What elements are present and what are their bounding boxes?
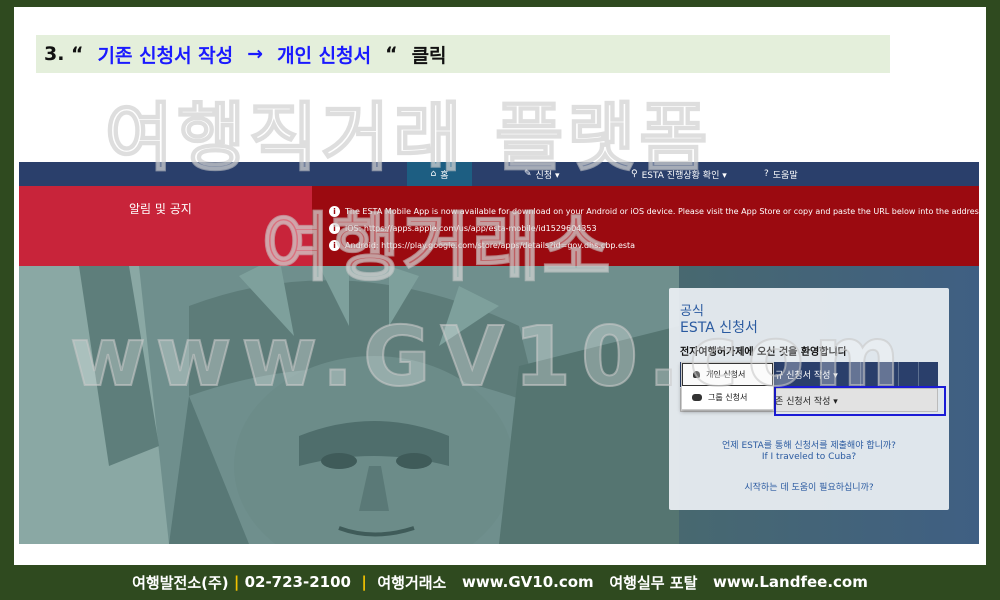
alert-title: 알림 및 공지: [19, 186, 312, 266]
search-icon: ⚲: [631, 169, 638, 179]
apply-dropdown-menu: 개인 신청서 그룹 신청서: [681, 362, 774, 410]
nav-help-label: 도움말: [772, 170, 798, 181]
footer-brand2: 여행실무 포탈: [609, 573, 698, 592]
group-icon: [692, 394, 702, 401]
footer-url2[interactable]: www.Landfee.com: [713, 573, 868, 591]
panel-title: ESTA 신청서: [680, 320, 758, 336]
question-icon: ?: [764, 169, 769, 179]
info-icon: i: [329, 223, 340, 234]
alert-line-text: The ESTA Mobile App is now available for…: [345, 207, 979, 216]
home-icon: ⌂: [430, 169, 437, 179]
faq-link-when[interactable]: 언제 ESTA를 통해 신청서를 제출해야 합니까?: [669, 438, 949, 451]
nav-home-label: 홈: [440, 170, 449, 181]
highlight-box: [774, 386, 946, 416]
alert-bar: 알림 및 공지 i The ESTA Mobile App is now ava…: [19, 186, 979, 266]
footer-separator: |: [350, 573, 378, 591]
pencil-icon: ✎: [524, 169, 532, 179]
nav-apply[interactable]: ✎ 신청 ▾: [524, 162, 560, 186]
nav-apply-label: 신청 ▾: [535, 170, 560, 181]
esta-panel: 공식 ESTA 신청서 전자여행허가제에 오신 것을 환영합니다 규 신청서 작…: [669, 288, 949, 510]
nav-home[interactable]: ⌂ 홈: [407, 162, 472, 186]
instruction-prefix: 3. “: [44, 43, 84, 65]
footer-url1[interactable]: www.GV10.com: [462, 573, 594, 591]
instruction-action: 클릭: [411, 44, 447, 67]
instruction-suffix: “: [385, 43, 398, 65]
nav-status[interactable]: ⚲ ESTA 진행상황 확인 ▾: [631, 162, 727, 186]
alert-line: i iOS: https://apps.apple.com/us/app/est…: [329, 220, 979, 237]
alert-android-link[interactable]: Android: https://play.google.com/store/a…: [345, 241, 635, 250]
group-application-option[interactable]: 그룹 신청서: [682, 386, 773, 409]
nav-status-label: ESTA 진행상황 확인 ▾: [641, 170, 727, 181]
new-application-label: 규 신청서 작성 ▾: [775, 371, 838, 381]
instruction-banner: 3. “ 기존 신청서 작성 → 개인 신청서 “ 클릭: [36, 35, 890, 73]
instruction-step1: 기존 신청서 작성: [97, 44, 234, 67]
instruction-arrow: →: [247, 43, 264, 65]
help-link[interactable]: 시작하는 데 도움이 필요하십니까?: [669, 480, 949, 493]
footer-company: 여행발전소(주): [132, 573, 229, 592]
footer-phone: 02-723-2100: [244, 573, 351, 591]
group-application-label: 그룹 신청서: [708, 393, 748, 402]
info-icon: i: [329, 240, 340, 251]
info-icon: i: [329, 206, 340, 217]
individual-application-option[interactable]: 개인 신청서: [682, 363, 773, 386]
footer-separator: |: [228, 573, 245, 591]
alert-lines: i The ESTA Mobile App is now available f…: [329, 203, 979, 254]
top-navigation: ⌂ 홈 ✎ 신청 ▾ ⚲ ESTA 진행상황 확인 ▾ ? 도움말: [19, 162, 979, 186]
faq-link-cuba[interactable]: If I traveled to Cuba?: [669, 452, 949, 462]
esta-screenshot: ⌂ 홈 ✎ 신청 ▾ ⚲ ESTA 진행상황 확인 ▾ ? 도움말 알림 및 공…: [19, 162, 979, 544]
alert-line: i Android: https://play.google.com/store…: [329, 237, 979, 254]
alert-ios-link[interactable]: iOS: https://apps.apple.com/us/app/esta-…: [345, 224, 597, 233]
footer: 여행발전소(주) | 02-723-2100 | 여행거래소 www.GV10.…: [0, 570, 1000, 594]
footer-brand1: 여행거래소: [377, 573, 447, 592]
user-icon: [693, 371, 700, 378]
nav-help[interactable]: ? 도움말: [764, 162, 798, 186]
individual-application-label: 개인 신청서: [706, 370, 746, 379]
alert-line: i The ESTA Mobile App is now available f…: [329, 203, 979, 220]
instruction-step2: 개인 신청서: [277, 44, 372, 67]
statue-of-liberty-image: [19, 266, 679, 544]
hero-image: 공식 ESTA 신청서 전자여행허가제에 오신 것을 환영합니다 규 신청서 작…: [19, 266, 979, 544]
panel-welcome: 전자여행허가제에 오신 것을 환영합니다: [680, 347, 847, 358]
